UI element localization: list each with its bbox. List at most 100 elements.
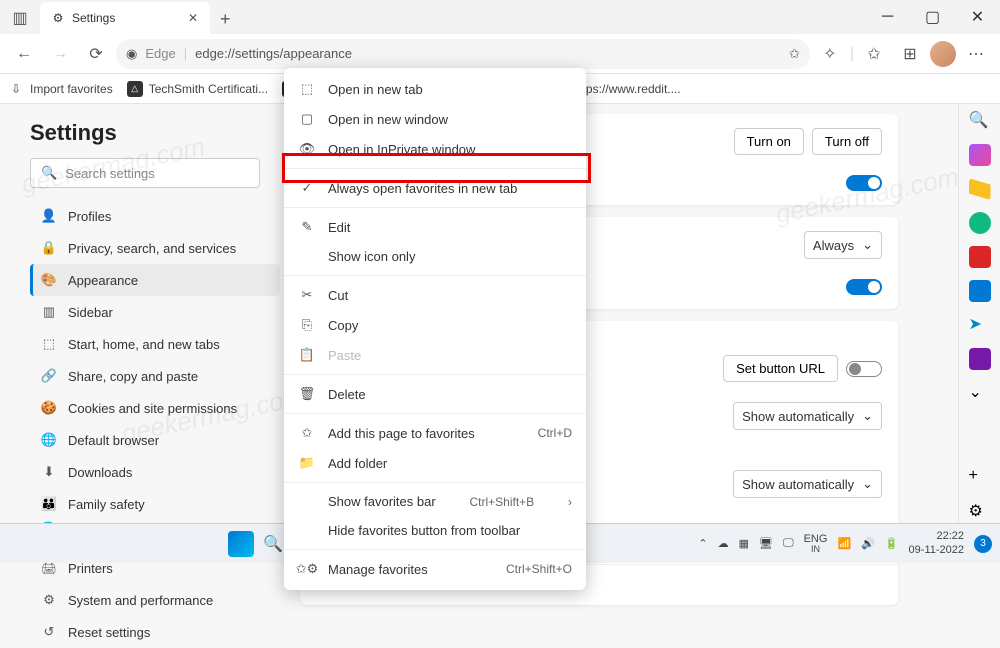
add-rail-icon[interactable]: + — [969, 467, 991, 489]
show-auto-dropdown[interactable]: Show automatically⌄ — [733, 470, 882, 498]
sidebar-item-system-and-performance[interactable]: ⚙System and performance — [30, 584, 280, 616]
toggle-switch[interactable] — [846, 361, 882, 377]
office-icon[interactable] — [969, 246, 991, 268]
maximize-button[interactable]: ▢ — [910, 0, 955, 34]
browser-tab[interactable]: ⚙ Settings ✕ — [40, 2, 210, 34]
address-bar[interactable]: ◉ Edge | edge://settings/appearance ✩ — [116, 39, 810, 69]
rail-icon[interactable] — [969, 144, 991, 166]
telegram-icon[interactable]: ➤ — [969, 314, 991, 336]
menu-label: Open in new tab — [328, 82, 423, 97]
menu-label: Open in InPrivate window — [328, 142, 475, 157]
always-dropdown[interactable]: Always⌄ — [804, 231, 882, 259]
bookmark-import[interactable]: ⇩Import favorites — [8, 81, 113, 97]
back-button[interactable]: ← — [8, 38, 40, 70]
onenote-icon[interactable] — [969, 348, 991, 370]
collections-icon[interactable]: ⊞ — [894, 38, 926, 70]
menu-item-open-in-new-tab[interactable]: ⬚Open in new tab — [284, 74, 586, 104]
menu-item-delete[interactable]: 🗑Delete — [284, 379, 586, 409]
turn-off-button[interactable]: Turn off — [812, 128, 882, 155]
menu-item-add-folder[interactable]: 📁Add folder — [284, 448, 586, 478]
tray-icon[interactable]: 🖥 — [759, 537, 773, 550]
tray-icon[interactable]: ▦ — [739, 537, 749, 550]
favorites-icon[interactable]: ✩ — [858, 38, 890, 70]
set-button-url[interactable]: Set button URL — [723, 355, 838, 382]
tray-chevron-icon[interactable]: ⌃ — [698, 537, 707, 550]
lang-indicator[interactable]: ENG — [804, 533, 828, 545]
volume-icon[interactable]: 🔊 — [861, 537, 875, 550]
settings-rail-icon[interactable]: ⚙ — [969, 501, 991, 523]
new-tab-button[interactable]: + — [210, 4, 241, 34]
sidebar-item-share-copy-and-paste[interactable]: 🔗 Share, copy and paste — [30, 360, 280, 392]
shortcut: Ctrl+Shift+O — [506, 562, 572, 576]
menu-label: Show icon only — [328, 249, 415, 264]
chevron-down-icon: ⌄ — [862, 408, 873, 424]
battery-icon[interactable]: 🔋 — [885, 537, 899, 550]
settings-sidebar: Settings 🔍 Search settings 👤Profiles🔒Pri… — [0, 104, 280, 523]
menu-item-show-favorites-bar[interactable]: Show favorites barCtrl+Shift+B› — [284, 487, 586, 516]
menu-label: Always open favorites in new tab — [328, 181, 517, 196]
extensions-icon[interactable]: ✧ — [814, 38, 846, 70]
favorite-star-icon[interactable]: ✩ — [789, 46, 800, 62]
outlook-icon[interactable] — [969, 280, 991, 302]
sidebar-item-appearance[interactable]: 🎨Appearance — [30, 264, 280, 296]
nav-icon: 🔗 — [40, 367, 58, 385]
sidebar-item-privacy-search-and-services[interactable]: 🔒Privacy, search, and services — [30, 232, 280, 264]
sidebar-item-start-home-and-new-tabs[interactable]: ⬚Start, home, and new tabs — [30, 328, 280, 360]
menu-item-show-icon-only[interactable]: Show icon only — [284, 242, 586, 271]
sidebar-item-downloads[interactable]: ⬇Downloads — [30, 456, 280, 488]
sidebar-item-cookies-and-site-permissions[interactable]: 🍪Cookies and site permissions — [30, 392, 280, 424]
nav-icon: ⚙ — [40, 591, 58, 609]
menu-label: Hide favorites button from toolbar — [328, 523, 520, 538]
clock-time[interactable]: 22:22 — [909, 530, 964, 543]
menu-item-hide-favorites-button-from-toolbar[interactable]: Hide favorites button from toolbar — [284, 516, 586, 545]
right-sidebar: 🔍 ➤ ⌄ + ⚙ — [958, 104, 1000, 523]
menu-item-open-in-inprivate-window[interactable]: 👁Open in InPrivate window — [284, 134, 586, 164]
menu-item-manage-favorites[interactable]: ✩⚙Manage favoritesCtrl+Shift+O — [284, 554, 586, 584]
toggle-switch[interactable] — [846, 279, 882, 295]
menu-item-copy[interactable]: ⎘Copy — [284, 310, 586, 340]
turn-on-button[interactable]: Turn on — [734, 128, 804, 155]
tray-icon[interactable]: 🖵 — [783, 537, 794, 550]
menu-item-add-this-page-to-favorites[interactable]: ✩Add this page to favoritesCtrl+D — [284, 418, 586, 448]
menu-item-always-open-favorites-in-new-tab[interactable]: ✓Always open favorites in new tab — [284, 173, 586, 203]
sidebar-item-sidebar[interactable]: ▥Sidebar — [30, 296, 280, 328]
notification-badge[interactable]: 3 — [974, 535, 992, 553]
onedrive-icon[interactable]: ☁ — [718, 537, 729, 550]
search-settings-input[interactable]: 🔍 Search settings — [30, 158, 260, 188]
menu-item-cut[interactable]: ✂Cut — [284, 280, 586, 310]
nav-label: Sidebar — [68, 305, 113, 320]
sidebar-item-default-browser[interactable]: 🌐Default browser — [30, 424, 280, 456]
rail-icon[interactable] — [969, 178, 991, 200]
nav-label: Start, home, and new tabs — [68, 337, 220, 352]
show-auto-dropdown[interactable]: Show automatically⌄ — [733, 402, 882, 430]
url-text: edge://settings/appearance — [195, 46, 352, 61]
sidebar-item-profiles[interactable]: 👤Profiles — [30, 200, 280, 232]
close-window-button[interactable]: ✕ — [955, 0, 1000, 34]
more-rail-icon[interactable]: ⌄ — [969, 382, 991, 404]
more-menu-button[interactable]: ⋯ — [960, 38, 992, 70]
shortcut: Ctrl+Shift+B — [469, 495, 534, 509]
nav-icon: 🍪 — [40, 399, 58, 417]
minimize-button[interactable]: ─ — [865, 0, 910, 34]
chevron-right-icon: › — [568, 495, 572, 509]
menu-icon: ✩ — [298, 425, 316, 441]
sidebar-item-reset-settings[interactable]: ↺Reset settings — [30, 616, 280, 648]
bookmark-item[interactable]: △TechSmith Certificati... — [127, 81, 268, 97]
menu-item-open-in-new-window[interactable]: ▢Open in new window — [284, 104, 586, 134]
wifi-icon[interactable]: 📶 — [837, 537, 851, 550]
start-button[interactable] — [228, 531, 254, 557]
refresh-button[interactable]: ⟳ — [80, 38, 112, 70]
nav-icon: 👪 — [40, 495, 58, 513]
nav-label: Family safety — [68, 497, 145, 512]
search-rail-icon[interactable]: 🔍 — [969, 110, 991, 132]
profile-avatar[interactable] — [930, 41, 956, 67]
toggle-switch[interactable] — [846, 175, 882, 191]
nav-label: Share, copy and paste — [68, 369, 198, 384]
menu-item-edit[interactable]: ✎Edit — [284, 212, 586, 242]
tab-stack-icon[interactable]: ▥ — [12, 10, 28, 26]
nav-icon: ↺ — [40, 623, 58, 641]
sidebar-item-family-safety[interactable]: 👪 Family safety — [30, 488, 280, 520]
rail-icon[interactable] — [969, 212, 991, 234]
close-icon[interactable]: ✕ — [186, 9, 200, 27]
search-taskbar-icon[interactable]: 🔍 — [260, 531, 286, 557]
